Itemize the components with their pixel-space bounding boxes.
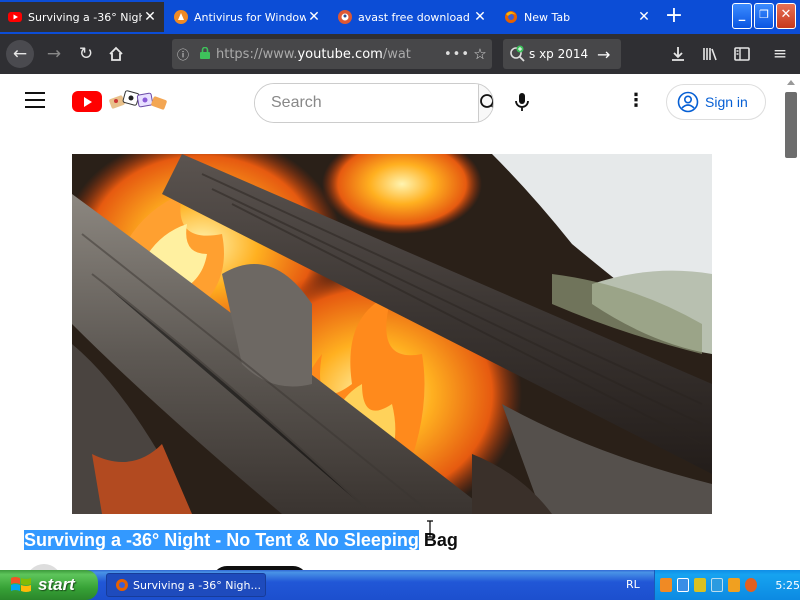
page-scrollbar[interactable]	[782, 74, 800, 570]
avast-icon	[174, 10, 188, 24]
guide-menu-icon[interactable]	[25, 92, 45, 108]
tab-youtube-video[interactable]: Surviving a -36° Night ✕	[0, 2, 164, 32]
library-icon[interactable]	[696, 40, 724, 68]
system-tray: 5:25	[654, 570, 800, 600]
tab-title: avast free download	[358, 10, 470, 24]
firefox-icon	[116, 579, 128, 591]
duckduckgo-icon	[338, 10, 352, 24]
youtube-search-button[interactable]	[478, 84, 493, 122]
clock[interactable]: 5:25	[775, 579, 800, 592]
info-icon[interactable]: ⓘ	[172, 46, 194, 63]
language-indicator[interactable]: RL	[626, 578, 640, 591]
tab-antivirus[interactable]: Antivirus for Windows ✕	[166, 2, 328, 32]
lock-icon[interactable]	[194, 46, 216, 62]
scroll-up-arrow-icon[interactable]	[787, 80, 795, 85]
close-tab-icon[interactable]: ✕	[472, 9, 488, 25]
browser-navigation-bar: ← → ↻ ⓘ https://www.youtube.com/wat ••• …	[0, 34, 800, 74]
taskbar-window-button[interactable]: Surviving a -36° Nigh...	[106, 573, 266, 597]
search-engine-icon	[510, 45, 525, 62]
close-tab-icon[interactable]: ✕	[636, 9, 652, 25]
search-bar[interactable]: s xp 2014 →	[503, 39, 621, 69]
close-tab-icon[interactable]: ✕	[142, 9, 158, 25]
youtube-search-input[interactable]	[255, 84, 478, 122]
tab-title: Surviving a -36° Night	[28, 10, 142, 24]
video-title-selected-text: Surviving a -36° Night - No Tent & No Sl…	[24, 530, 419, 550]
sidebar-icon[interactable]	[728, 40, 756, 68]
tab-title: Antivirus for Windows	[194, 10, 306, 24]
tab-new-tab[interactable]: New Tab ✕	[496, 2, 658, 32]
more-options-icon[interactable]: ⋮	[626, 92, 646, 112]
youtube-icon	[8, 12, 22, 22]
security-tray-icon[interactable]	[694, 578, 707, 592]
home-icon[interactable]	[102, 40, 130, 68]
avast-tray-icon[interactable]	[660, 578, 672, 592]
start-button[interactable]: start	[0, 570, 98, 600]
sign-in-label: Sign in	[705, 94, 748, 110]
page-actions-icon[interactable]: •••	[444, 47, 469, 62]
search-icon	[480, 94, 493, 109]
youtube-search-box	[254, 83, 494, 123]
close-tab-icon[interactable]: ✕	[306, 9, 322, 25]
windows-logo-icon	[11, 577, 31, 592]
video-title: Surviving a -36° Night - No Tent & No Sl…	[24, 528, 458, 552]
bookmark-star-icon[interactable]: ☆	[468, 45, 492, 63]
account-circle-icon	[677, 91, 699, 113]
forward-arrow-icon[interactable]: →	[40, 40, 68, 68]
address-bar[interactable]: ⓘ https://www.youtube.com/wat ••• ☆	[172, 39, 492, 69]
speaker-tray-icon[interactable]	[728, 578, 741, 592]
scrollbar-thumb[interactable]	[785, 92, 797, 158]
downloads-icon[interactable]	[664, 40, 692, 68]
restore-window-button[interactable]: ❐	[754, 3, 774, 29]
firefox-icon	[505, 11, 517, 23]
windows-taskbar: start Surviving a -36° Nigh... RL 5:25	[0, 570, 800, 600]
reload-icon[interactable]: ↻	[72, 40, 100, 68]
youtube-header: ⋮ Sign in	[0, 74, 782, 130]
minimize-window-button[interactable]: _	[732, 3, 752, 29]
microphone-icon[interactable]	[510, 90, 534, 114]
search-go-arrow-icon[interactable]: →	[597, 45, 621, 64]
browser-tab-strip: Surviving a -36° Night ✕ Antivirus for W…	[0, 0, 800, 34]
sign-in-button[interactable]: Sign in	[666, 84, 766, 120]
video-title-unselected-text: Bag	[418, 530, 458, 550]
url-text: https://www.youtube.com/wat	[216, 46, 411, 62]
text-cursor-icon	[427, 520, 433, 538]
search-bar-text: s xp 2014	[529, 47, 589, 61]
back-arrow-icon[interactable]: ←	[6, 40, 34, 68]
youtube-logo[interactable]	[72, 91, 102, 112]
tab-avast-download[interactable]: avast free download ✕	[330, 2, 494, 32]
search-tray-icon[interactable]	[745, 578, 758, 592]
hamburger-menu-icon[interactable]: ≡	[766, 40, 794, 68]
video-player[interactable]	[72, 154, 712, 514]
taskbar-window-title: Surviving a -36° Nigh...	[133, 578, 261, 592]
network-tray-icon[interactable]	[676, 578, 690, 592]
close-window-button[interactable]: ✕	[776, 3, 796, 29]
campfire-video-frame	[72, 154, 712, 514]
bluetooth-tray-icon[interactable]	[711, 578, 724, 592]
tab-title: New Tab	[524, 10, 571, 24]
start-label: start	[38, 575, 75, 594]
new-tab-plus-icon[interactable]: +	[660, 3, 688, 31]
youtube-doodle-logo[interactable]	[108, 88, 170, 114]
